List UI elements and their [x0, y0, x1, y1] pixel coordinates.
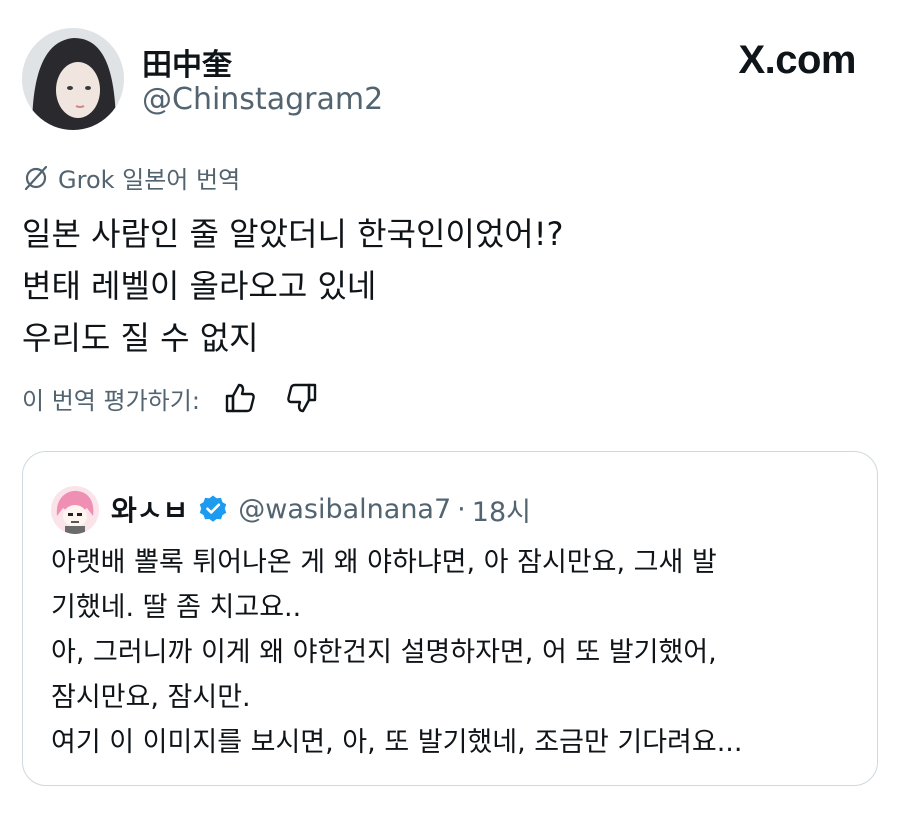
brand-logo: X.com	[738, 38, 856, 82]
quoted-author-name[interactable]: 와ㅅㅂ	[111, 489, 188, 529]
tweet-body-line: 변태 레벨이 올라오고 있네	[22, 267, 377, 305]
verified-badge-icon	[200, 495, 227, 522]
thumbs-down-button[interactable]	[282, 378, 322, 418]
tweet-body: 일본 사람인 줄 알았더니 한국인이었어!? 변태 레벨이 올라오고 있네 우리…	[22, 208, 564, 364]
quoted-tweet-body: 아랫배 뽈록 튀어나온 게 왜 야하냐면, 아 잠시만요, 그새 발 기했네. …	[51, 540, 851, 765]
quoted-author-handle[interactable]: @wasibalnana7	[238, 494, 451, 525]
thumbs-up-button[interactable]	[220, 378, 260, 418]
rate-translation: 이 번역 평가하기:	[22, 378, 322, 418]
thumbs-up-icon	[225, 383, 255, 413]
author-handle[interactable]: @Chinstagram2	[142, 82, 383, 117]
meta-separator: ·	[457, 493, 466, 525]
tweet-body-line: 일본 사람인 줄 알았더니 한국인이었어!?	[22, 215, 564, 253]
translation-label: Grok 일본어 번역	[22, 160, 240, 195]
translation-label-text: Grok 일본어 번역	[58, 166, 241, 194]
author-name[interactable]: 田中奎	[142, 40, 232, 84]
rate-translation-label: 이 번역 평가하기:	[22, 386, 200, 415]
quoted-tweet-line: 아, 그러니까 이게 왜 야한건지 설명하자면, 어 또 발기했어,	[51, 637, 717, 668]
quoted-tweet-header: 와ㅅㅂ @wasibalnana7 · 18시	[111, 486, 531, 532]
quoted-tweet-line: 기했네. 딸 좀 치고요..	[51, 592, 302, 623]
quoted-tweet-time[interactable]: 18시	[472, 490, 531, 529]
author-avatar-image	[22, 28, 124, 130]
quoted-tweet[interactable]: 와ㅅㅂ @wasibalnana7 · 18시 아랫배 뽈록 튀어나온 게 왜 …	[22, 451, 878, 786]
quoted-author-avatar[interactable]	[51, 486, 99, 534]
quoted-author-avatar-image	[51, 486, 99, 534]
quoted-tweet-line: 잠시만요, 잠시만.	[51, 682, 251, 713]
quoted-tweet-line: 여기 이 이미지를 보시면, 아, 또 발기했네, 조금만 기다려요...	[51, 727, 743, 758]
grok-logo-icon	[24, 165, 48, 190]
thumbs-down-icon	[287, 383, 317, 413]
tweet-screenshot: 田中奎 @Chinstagram2 X.com Grok 일본어 번역 일본 사…	[0, 0, 900, 816]
quoted-tweet-line: 아랫배 뽈록 튀어나온 게 왜 야하냐면, 아 잠시만요, 그새 발	[51, 547, 717, 578]
tweet-body-line: 우리도 질 수 없지	[22, 319, 259, 357]
author-avatar[interactable]	[22, 28, 124, 130]
